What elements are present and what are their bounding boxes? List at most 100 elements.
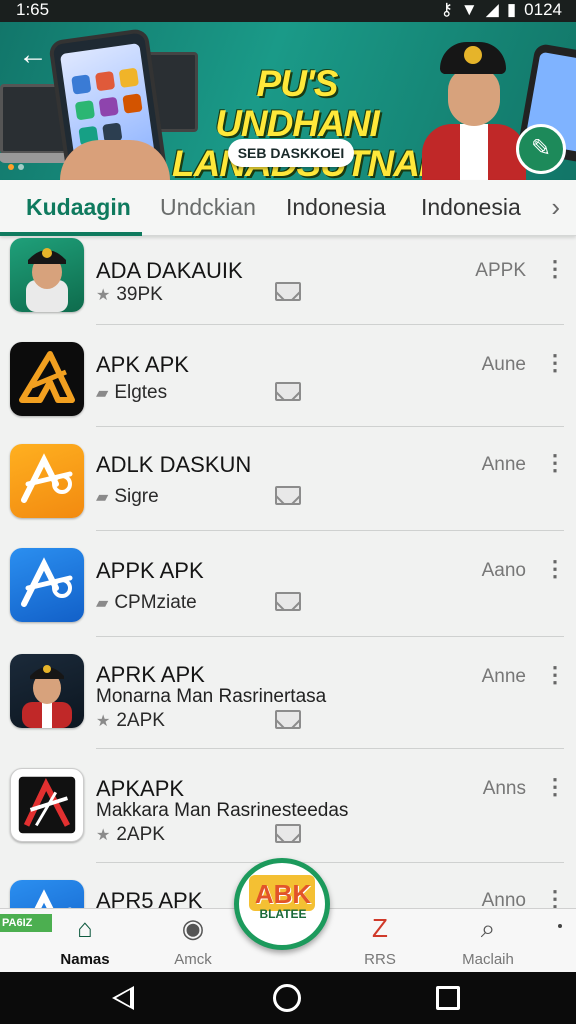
chevron-right-icon[interactable]: › (551, 192, 560, 222)
app-meta: Anne (481, 666, 526, 687)
app-name: ADLK DASKUN (96, 452, 252, 477)
promo-banner[interactable]: ← PU'S UNDHANI LANADSUTNAI SEB DASKKOEI … (0, 22, 576, 180)
mail-icon[interactable] (275, 486, 301, 505)
app-description: Monarna Man Rasrinertasa (96, 686, 327, 707)
divider (96, 530, 564, 531)
app-tag: ▰ CPMziate (96, 592, 197, 613)
divider (96, 636, 564, 637)
nav-rrs[interactable]: Z RRS (330, 913, 430, 971)
app-name: APKAPK (96, 776, 185, 801)
app-icon-red-mark (10, 768, 84, 842)
list-item[interactable]: APPK APK ▰ CPMziate Aano ⋮ (0, 532, 576, 638)
system-navigation-bar (0, 972, 576, 1024)
tag-icon: ▰ (96, 489, 109, 506)
app-meta: APPK (475, 260, 526, 281)
mail-icon[interactable] (275, 710, 301, 729)
status-time: 1:65 (16, 0, 50, 19)
more-vert-icon[interactable]: ⋮ (544, 888, 566, 909)
status-right-text: 0124 (524, 0, 562, 19)
app-list: ADA DAKAUIK ★ 39PK APPK ⋮ APK APK ▰ Elgt… (0, 236, 576, 908)
system-home-icon[interactable] (273, 984, 301, 1012)
chat-bubble-icon[interactable]: ✎ (516, 124, 566, 174)
tab-kudaagin[interactable]: Kudaagin (26, 180, 131, 236)
mail-icon[interactable] (275, 282, 301, 301)
app-name: APK APK (96, 352, 189, 377)
tab-indonesia-1[interactable]: Indonesia (286, 180, 386, 236)
status-bar: 1:65 ⚷ ▼ ◢ ▮ 0124 (0, 0, 576, 22)
list-item[interactable]: ADA DAKAUIK ★ 39PK APPK ⋮ (0, 236, 576, 326)
app-tag: ▰ Elgtes (96, 382, 168, 403)
status-icons: ⚷ ▼ ◢ ▮ 0124 (440, 0, 562, 20)
more-vert-icon[interactable]: ⋮ (544, 558, 566, 582)
app-name: ADA DAKAUIK (96, 258, 243, 283)
star-icon: ★ (96, 713, 111, 730)
key-icon: ⚷ (440, 0, 453, 19)
app-icon-orange-mark (10, 342, 84, 416)
divider (96, 748, 564, 749)
tag-icon: ▰ (96, 385, 109, 402)
app-meta: Aano (481, 560, 526, 581)
tab-indonesia-2[interactable]: Indonesia (421, 180, 521, 236)
center-fab-button[interactable]: ABK BLATEE (234, 858, 330, 950)
app-name: APPK APK (96, 558, 204, 583)
list-item[interactable]: APRK APK Monarna Man Rasrinertasa ★ 2APK… (0, 638, 576, 750)
mail-icon[interactable] (275, 824, 301, 843)
wifi-icon: ▼ (460, 0, 478, 19)
nav-search[interactable]: ⌕ Maclaih (438, 913, 538, 971)
nav-amck[interactable]: ◉ Amck (143, 913, 243, 971)
nav-badge: PA6IZ (0, 914, 52, 932)
star-icon: ★ (96, 827, 111, 844)
star-icon: ★ (96, 287, 111, 304)
battery-icon: ▮ (506, 0, 517, 19)
list-item[interactable]: APKAPK Makkara Man Rasrinesteedas ★ 2APK… (0, 750, 576, 864)
app-name: APR5 APK (96, 888, 203, 908)
pagination-dot (18, 164, 24, 170)
banner-pagination (8, 164, 24, 170)
more-vert-icon[interactable]: ⋮ (544, 352, 566, 376)
list-item[interactable]: APK APK ▰ Elgtes Aune ⋮ (0, 326, 576, 428)
more-vert-icon[interactable]: ⋮ (544, 258, 566, 282)
divider (96, 324, 564, 325)
search-icon: ⌕ (480, 913, 496, 943)
more-vert-icon[interactable]: ⋮ (544, 452, 566, 476)
app-tag: ▰ Sigre (96, 486, 159, 507)
banner-pill-button[interactable]: SEB DASKKOEI (228, 139, 354, 167)
signal-icon: ◢ (485, 0, 499, 19)
overflow-dot-icon[interactable] (558, 924, 562, 928)
app-name: APRK APK (96, 662, 205, 687)
app-meta: Aune (481, 354, 526, 375)
system-back-icon[interactable] (112, 986, 134, 1010)
app-meta: Anne (481, 454, 526, 475)
app-screen: 1:65 ⚷ ▼ ◢ ▮ 0124 ← PU'S UNDHANI SEB DAS… (0, 0, 576, 1024)
app-rating: ★ 2APK (96, 824, 165, 845)
app-icon-blue-2 (10, 880, 84, 908)
divider (96, 862, 564, 863)
rrs-icon: Z (372, 913, 388, 943)
divider (96, 426, 564, 427)
mail-icon[interactable] (275, 382, 301, 401)
app-icon-person (10, 238, 84, 312)
app-rating: ★ 39PK (96, 284, 163, 305)
fab-label: ABK (254, 879, 312, 909)
app-rating: ★ 2APK (96, 710, 165, 731)
back-arrow-icon[interactable]: ← (18, 40, 50, 72)
category-tabs: Kudaagin Undckian Indonesia Indonesia › (0, 180, 576, 236)
app-icon-orange (10, 444, 84, 518)
globe-icon: ◉ (181, 913, 205, 943)
app-icon-person-2 (10, 654, 84, 728)
app-description: Makkara Man Rasrinesteedas (96, 800, 349, 821)
app-icon-blue (10, 548, 84, 622)
app-meta: Anns (482, 778, 526, 799)
more-vert-icon[interactable]: ⋮ (544, 664, 566, 688)
tab-undckian[interactable]: Undckian (160, 180, 256, 236)
system-recents-icon[interactable] (436, 986, 460, 1010)
more-vert-icon[interactable]: ⋮ (544, 776, 566, 800)
person-illustration (418, 36, 528, 180)
fab-sublabel: BLATEE (259, 907, 307, 921)
banner-title-line1: PU'S UNDHANI (215, 63, 380, 144)
app-meta: Anno (481, 890, 526, 908)
mail-icon[interactable] (275, 592, 301, 611)
pagination-dot (8, 164, 14, 170)
list-item[interactable]: ADLK DASKUN ▰ Sigre Anne ⋮ (0, 428, 576, 532)
tag-icon: ▰ (96, 595, 109, 612)
